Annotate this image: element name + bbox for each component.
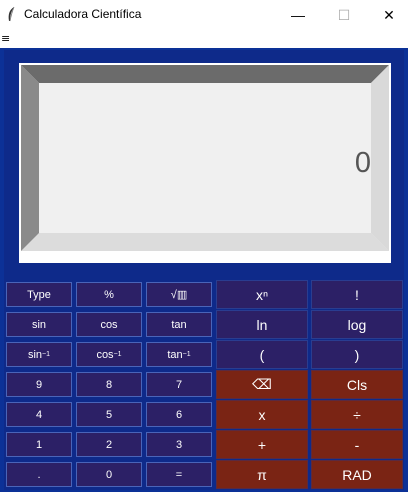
close-button[interactable]: ✕ xyxy=(366,0,408,30)
right-paren-button[interactable]: ) xyxy=(311,340,403,369)
digit-5-button[interactable]: 5 xyxy=(76,402,142,427)
type-button[interactable]: Type xyxy=(6,282,72,307)
bevel-top xyxy=(21,65,389,83)
asin-label: sin xyxy=(27,348,43,361)
left-paren-button[interactable]: ( xyxy=(216,340,308,369)
minimize-icon: — xyxy=(291,7,305,23)
minimize-button[interactable]: — xyxy=(275,0,321,30)
factorial-button[interactable]: ! xyxy=(311,280,403,309)
menu-bar: ≡ xyxy=(0,30,408,48)
maximize-icon: ☐ xyxy=(337,6,351,23)
minus-button[interactable]: - xyxy=(311,430,403,459)
tan-button[interactable]: tan xyxy=(146,312,212,337)
close-icon: ✕ xyxy=(383,6,395,23)
digit-9-button[interactable]: 9 xyxy=(6,372,72,397)
atan-superscript: −1 xyxy=(182,351,191,358)
cos-button[interactable]: cos xyxy=(76,312,142,337)
percent-button[interactable]: % xyxy=(76,282,142,307)
calculator-panel: 0 Type % √▥ xⁿ ! sin cos tan ln log sin −… xyxy=(4,50,404,490)
ln-button[interactable]: ln xyxy=(216,310,308,339)
backspace-button[interactable]: ⌫ xyxy=(216,370,308,399)
maximize-button[interactable]: ☐ xyxy=(321,0,367,30)
asin-superscript: −1 xyxy=(42,351,51,358)
calculator-body: 0 Type % √▥ xⁿ ! sin cos tan ln log sin −… xyxy=(0,48,408,492)
decimal-button[interactable]: . xyxy=(6,462,72,487)
digit-1-button[interactable]: 1 xyxy=(6,432,72,457)
acos-button[interactable]: cos −1 xyxy=(76,342,142,367)
bevel-bottom xyxy=(21,233,389,251)
equals-button[interactable]: = xyxy=(146,462,212,487)
clear-button[interactable]: Cls xyxy=(311,370,403,399)
digit-2-button[interactable]: 2 xyxy=(76,432,142,457)
display-bevel: 0 xyxy=(21,65,389,251)
digit-7-button[interactable]: 7 xyxy=(146,372,212,397)
sin-button[interactable]: sin xyxy=(6,312,72,337)
acos-label: cos xyxy=(96,348,114,361)
log-button[interactable]: log xyxy=(311,310,403,339)
multiply-button[interactable]: x xyxy=(216,400,308,429)
plus-button[interactable]: + xyxy=(216,430,308,459)
digit-8-button[interactable]: 8 xyxy=(76,372,142,397)
pi-button[interactable]: π xyxy=(216,460,308,489)
digit-3-button[interactable]: 3 xyxy=(146,432,212,457)
display-value: 0 xyxy=(354,147,371,179)
atan-label: tan xyxy=(167,348,183,361)
backspace-icon: ⌫ xyxy=(252,376,272,392)
asin-button[interactable]: sin −1 xyxy=(6,342,72,367)
digit-6-button[interactable]: 6 xyxy=(146,402,212,427)
display-frame: 0 xyxy=(19,63,391,263)
divide-button[interactable]: ÷ xyxy=(311,400,403,429)
feather-icon xyxy=(8,6,15,22)
digit-4-button[interactable]: 4 xyxy=(6,402,72,427)
atan-button[interactable]: tan −1 xyxy=(146,342,212,367)
window-title: Calculadora Científica xyxy=(24,7,142,21)
display-screen: 0 xyxy=(39,83,371,233)
bevel-left xyxy=(21,65,39,251)
acos-superscript: −1 xyxy=(113,351,122,358)
bevel-right xyxy=(371,65,389,251)
rad-button[interactable]: RAD xyxy=(311,460,403,489)
sqrt-button[interactable]: √▥ xyxy=(146,282,212,307)
digit-0-button[interactable]: 0 xyxy=(76,462,142,487)
title-bar: Calculadora Científica — ☐ ✕ xyxy=(0,0,408,30)
power-button[interactable]: xⁿ xyxy=(216,280,308,309)
menu-icon[interactable]: ≡ xyxy=(1,32,10,45)
